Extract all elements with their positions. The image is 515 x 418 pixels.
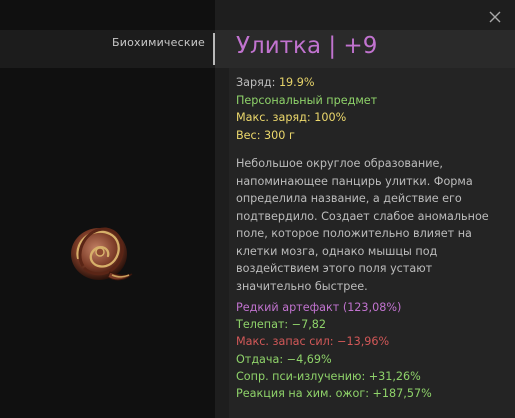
effect-row: Сопр. пси-излучению: +31,26% [236,369,421,383]
close-icon[interactable] [488,10,502,24]
max-charge-value: 100% [314,111,347,124]
effect-row: Телепат: −7,82 [236,318,327,332]
effect-row: Макс. запас сил: −13,96% [236,335,390,349]
category-label[interactable]: Биохимические [112,36,205,49]
weight-row: Вес: 300 г [236,127,377,145]
game-screen: Биохимические Улитка | +9 Заряд: 19.9% П… [0,0,515,418]
charge-value: 19.9% [278,76,315,89]
effect-row: Реакция на хим. ожог: +187,57% [236,387,432,401]
snail-artifact-icon[interactable] [66,214,136,286]
charge-row: Заряд: 19.9% [236,74,377,92]
effect-row: Отдача: −4,69% [236,352,332,366]
item-effects: Редкий артефакт (123,08%) Телепат: −7,82… [236,299,432,402]
item-title: Улитка | +9 [236,33,378,59]
rarity-label: Редкий артефакт (123,08%) [236,301,402,314]
max-charge-label: Макс. заряд: [236,111,311,124]
weight-value: 300 г [264,128,295,142]
charge-label: Заряд: [236,76,276,89]
item-stats: Заряд: 19.9% Персональный предмет Макс. … [236,74,377,144]
item-description: Небольшое округлое образование, напомина… [236,157,489,293]
inventory-panel: Биохимические [0,0,215,418]
max-charge-row: Макс. заряд: 100% [236,109,377,127]
personal-item-label: Персональный предмет [236,93,378,107]
weight-label: Вес: [236,128,261,142]
